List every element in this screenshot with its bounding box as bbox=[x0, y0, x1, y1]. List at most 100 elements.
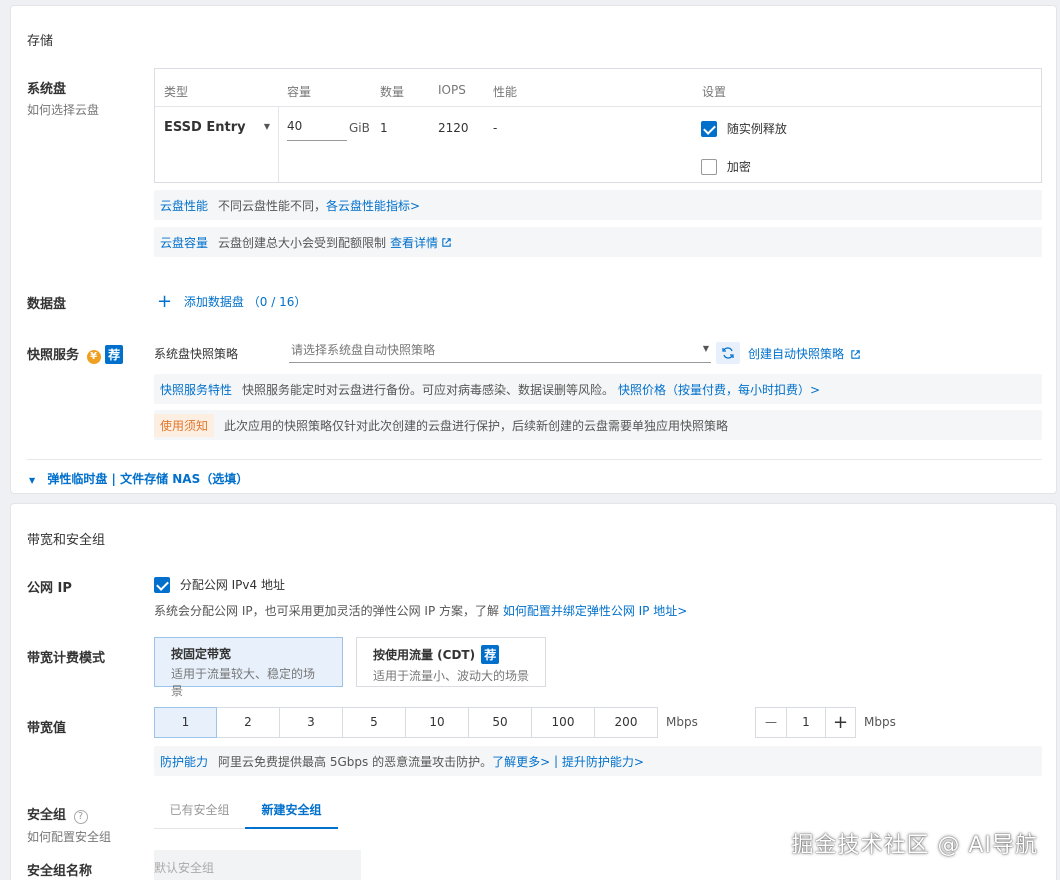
add-data-disk-button[interactable]: + 添加数据盘 （0 / 16） bbox=[157, 291, 306, 312]
traffic-billing-sub: 适用于流量小、波动大的场景 bbox=[373, 669, 530, 683]
header-iops: IOPS bbox=[438, 83, 466, 97]
assign-public-ipv4-checkbox[interactable]: 分配公网 IPv4 地址 bbox=[154, 576, 285, 593]
external-link-icon bbox=[442, 237, 451, 247]
stepper-value[interactable]: 1 bbox=[787, 708, 825, 737]
snapshot-policy-placeholder: 请选择系统盘自动快照策略 bbox=[291, 343, 436, 357]
protection-text: 阿里云免费提供最高 5Gbps 的恶意流量攻击防护。 bbox=[218, 754, 493, 769]
snapshot-feature-bar: 快照服务特性 快照服务能定时对云盘进行备份。可应对病毒感染、数据误删等风险。 快… bbox=[154, 374, 1042, 404]
bandwidth-option[interactable]: 50 bbox=[469, 707, 532, 738]
perf-metrics-link[interactable]: 各云盘性能指标> bbox=[326, 197, 420, 214]
caret-down-icon: ▼ bbox=[29, 476, 36, 485]
bandwidth-option[interactable]: 3 bbox=[280, 707, 343, 738]
protection-bar: 防护能力 阿里云免费提供最高 5Gbps 的恶意流量攻击防护。 了解更多> | … bbox=[154, 746, 1042, 776]
learn-more-link[interactable]: 了解更多> bbox=[492, 753, 550, 770]
capacity-input[interactable]: 40 bbox=[287, 119, 347, 141]
bandwidth-option[interactable]: 5 bbox=[343, 707, 406, 738]
disk-capacity-bar: 云盘容量 云盘创建总大小会受到配额限制 查看详情 bbox=[154, 227, 1042, 257]
fixed-bandwidth-title: 按固定带宽 bbox=[171, 647, 232, 661]
header-count: 数量 bbox=[380, 85, 405, 99]
bandwidth-option[interactable]: 100 bbox=[532, 707, 595, 738]
snapshot-policy-select[interactable]: 请选择系统盘自动快照策略 ▼ bbox=[289, 341, 711, 363]
how-to-choose-disk-link[interactable]: 如何选择云盘 bbox=[27, 101, 99, 118]
expand-optional-storage-label: 弹性临时盘 | 文件存储 NAS（选填） bbox=[47, 472, 249, 486]
refresh-icon bbox=[722, 347, 734, 359]
network-section-title: 带宽和安全组 bbox=[27, 533, 106, 548]
expand-optional-storage-toggle[interactable]: ▼ 弹性临时盘 | 文件存储 NAS（选填） bbox=[29, 470, 248, 487]
snapshot-service-label: 快照服务 ¥ 荐 bbox=[27, 344, 124, 364]
release-with-instance-label: 随实例释放 bbox=[726, 122, 787, 136]
bandwidth-billing-label: 带宽计费模式 bbox=[27, 651, 106, 666]
storage-section-title: 存储 bbox=[27, 34, 54, 49]
assign-public-ipv4-label: 分配公网 IPv4 地址 bbox=[179, 578, 285, 592]
header-capacity: 容量 bbox=[287, 85, 312, 99]
plus-button[interactable]: + bbox=[825, 708, 855, 737]
snapshot-notice-bar: 使用须知 此次应用的快照策略仅针对此次创建的云盘进行保护，后续新创建的云盘需要单… bbox=[154, 410, 1042, 440]
snapshot-feature-text: 快照服务能定时对云盘进行备份。可应对病毒感染、数据误删等风险。 bbox=[242, 382, 615, 397]
disk-count: 1 bbox=[380, 121, 388, 135]
plus-icon: + bbox=[157, 291, 173, 312]
system-disk-label: 系统盘 bbox=[27, 82, 67, 97]
security-group-name-label: 安全组名称 bbox=[27, 864, 93, 879]
fixed-bandwidth-option[interactable]: 按固定带宽 适用于流量较大、稳定的场景 bbox=[154, 637, 343, 698]
checkbox-empty-icon bbox=[701, 158, 717, 175]
tab-existing-security-group[interactable]: 已有安全组 bbox=[154, 801, 245, 829]
create-snapshot-policy-link[interactable]: 创建自动快照策略 bbox=[748, 345, 861, 362]
external-link-icon bbox=[851, 350, 860, 359]
public-ip-label: 公网 IP bbox=[27, 581, 72, 596]
add-data-disk-label: 添加数据盘 bbox=[183, 295, 244, 309]
bandwidth-security-section: 带宽和安全组 公网 IP 分配公网 IPv4 地址 系统会分配公网 IP，也可采… bbox=[10, 503, 1057, 880]
divider bbox=[27, 459, 1042, 460]
notice-tag: 使用须知 bbox=[154, 413, 215, 437]
header-settings: 设置 bbox=[702, 85, 727, 99]
chevron-down-icon: ▼ bbox=[263, 122, 270, 131]
disk-performance-bar: 云盘性能 不同云盘性能不同， 各云盘性能指标> bbox=[154, 190, 1042, 220]
release-with-instance-checkbox[interactable]: 随实例释放 bbox=[701, 120, 787, 137]
watermark: 掘金技术社区 @ AI导航 bbox=[791, 833, 1038, 858]
bandwidth-option[interactable]: 1 bbox=[154, 707, 217, 738]
snapshot-price-link[interactable]: 快照价格（按量付费，每小时扣费）> bbox=[618, 381, 820, 398]
help-icon[interactable]: ? bbox=[73, 810, 88, 824]
capacity-value: 40 bbox=[287, 119, 303, 133]
capacity-text: 云盘创建总大小会受到配额限制 bbox=[218, 235, 387, 250]
capacity-unit: GiB bbox=[349, 121, 370, 135]
perf-text: 不同云盘性能不同， bbox=[218, 198, 327, 213]
improve-protection-link[interactable]: 提升防护能力> bbox=[562, 753, 644, 770]
disk-type-value: ESSD Entry bbox=[164, 120, 246, 135]
security-group-name-placeholder: 默认安全组 bbox=[154, 861, 215, 875]
data-disk-count: （0 / 16） bbox=[247, 295, 307, 309]
system-disk-table: 类型 容量 数量 IOPS 性能 设置 ESSD Entry ▼ 40 GiB … bbox=[154, 68, 1042, 183]
bandwidth-option[interactable]: 200 bbox=[595, 707, 658, 738]
public-ip-desc: 系统会分配公网 IP，也可采用更加灵活的弹性公网 IP 方案，了解 如何配置并绑… bbox=[154, 602, 687, 619]
bandwidth-option[interactable]: 2 bbox=[217, 707, 280, 738]
chevron-down-icon: ▼ bbox=[702, 344, 709, 353]
minus-button[interactable]: — bbox=[756, 708, 787, 737]
bandwidth-stepper[interactable]: — 1 + bbox=[755, 707, 856, 738]
bandwidth-unit: Mbps bbox=[666, 715, 698, 729]
recommend-badge: 荐 bbox=[481, 645, 500, 664]
stepper-unit: Mbps bbox=[864, 715, 896, 729]
bandwidth-option[interactable]: 10 bbox=[406, 707, 469, 738]
disk-iops: 2120 bbox=[438, 121, 469, 135]
security-group-name-input[interactable]: 默认安全组 bbox=[154, 850, 361, 880]
traffic-billing-title-row: 按使用流量 (CDT) 荐 bbox=[373, 645, 529, 664]
checkbox-checked-icon bbox=[701, 120, 717, 137]
disk-performance: - bbox=[493, 121, 498, 135]
public-ip-desc-text: 系统会分配公网 IP，也可采用更加灵活的弹性公网 IP 方案，了解 bbox=[154, 604, 499, 618]
how-to-configure-sg-link[interactable]: 如何配置安全组 bbox=[27, 828, 111, 845]
traffic-billing-option[interactable]: 按使用流量 (CDT) 荐 适用于流量小、波动大的场景 bbox=[356, 637, 546, 687]
data-disk-label: 数据盘 bbox=[27, 297, 67, 312]
tab-new-security-group[interactable]: 新建安全组 bbox=[245, 801, 338, 829]
create-snapshot-policy-label: 创建自动快照策略 bbox=[748, 347, 845, 361]
encrypt-checkbox[interactable]: 加密 bbox=[701, 158, 751, 175]
protection-tag: 防护能力 bbox=[160, 754, 209, 769]
capacity-tag: 云盘容量 bbox=[160, 235, 209, 250]
snapshot-label-text: 快照服务 bbox=[27, 348, 80, 363]
configure-eip-link[interactable]: 如何配置并绑定弹性公网 IP 地址> bbox=[503, 604, 687, 618]
link-separator: | bbox=[550, 754, 562, 768]
header-performance: 性能 bbox=[493, 85, 518, 99]
disk-type-select[interactable]: ESSD Entry ▼ bbox=[164, 120, 274, 135]
fixed-bandwidth-sub: 适用于流量较大、稳定的场景 bbox=[171, 667, 316, 698]
refresh-button[interactable] bbox=[716, 342, 740, 364]
header-type: 类型 bbox=[164, 85, 189, 99]
view-details-link[interactable]: 查看详情 bbox=[390, 234, 438, 251]
